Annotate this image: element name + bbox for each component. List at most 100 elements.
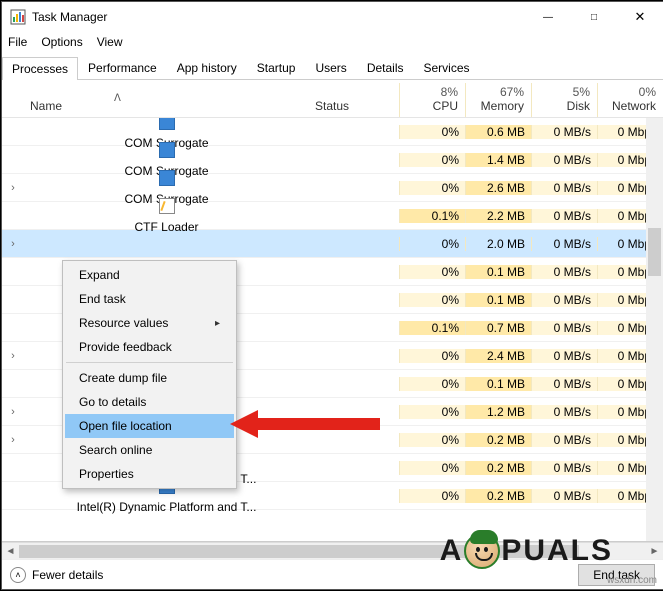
process-icon (159, 142, 175, 158)
expand-toggle[interactable]: › (2, 406, 24, 418)
vertical-scrollbar[interactable] (646, 118, 663, 541)
cm-go-to-details-label: Go to details (79, 395, 146, 409)
header-cpu-percent: 8% (406, 85, 458, 99)
memory-cell: 0.2 MB (465, 489, 531, 503)
tab-strip: Processes Performance App history Startu… (2, 56, 663, 80)
cm-end-task-label: End task (79, 292, 126, 306)
table-header: ᐱ Name Status 8% CPU 67% Memory 5% Disk … (2, 80, 663, 118)
process-icon (159, 170, 175, 186)
watermark-pre: A (440, 534, 464, 568)
menu-bar: File Options View (2, 32, 663, 52)
table-row[interactable]: CTF Loader0.1%2.2 MB0 MB/s0 Mbps (2, 202, 663, 230)
disk-cell: 0 MB/s (531, 405, 597, 419)
tab-startup[interactable]: Startup (247, 56, 306, 79)
window-controls: — □ ✕ (525, 2, 663, 32)
annotation-arrow-icon (230, 406, 380, 442)
cm-provide-feedback[interactable]: Provide feedback (65, 335, 234, 359)
cm-properties[interactable]: Properties (65, 462, 234, 486)
close-button[interactable]: ✕ (617, 2, 663, 32)
memory-cell: 0.1 MB (465, 293, 531, 307)
memory-cell: 0.7 MB (465, 321, 531, 335)
disk-cell: 0 MB/s (531, 265, 597, 279)
header-network-percent: 0% (604, 85, 656, 99)
context-menu: Expand End task Resource values Provide … (62, 260, 237, 489)
disk-cell: 0 MB/s (531, 237, 597, 251)
disk-cell: 0 MB/s (531, 377, 597, 391)
memory-cell: 1.4 MB (465, 153, 531, 167)
disk-cell: 0 MB/s (531, 125, 597, 139)
watermark-sub: wsxdn.com (607, 575, 657, 586)
chevron-up-icon: ˄ (10, 567, 26, 583)
cm-expand-label: Expand (79, 268, 120, 282)
table-row[interactable]: ›0%2.0 MB0 MB/s0 Mbps (2, 230, 663, 258)
expand-toggle[interactable]: › (2, 434, 24, 446)
cpu-cell: 0% (399, 237, 465, 251)
maximize-button[interactable]: □ (571, 2, 617, 32)
header-memory-label: Memory (472, 99, 524, 113)
cm-open-file-location[interactable]: Open file location (65, 414, 234, 438)
memory-cell: 1.2 MB (465, 405, 531, 419)
task-manager-window: Task Manager — □ ✕ File Options View Pro… (1, 1, 663, 590)
cpu-cell: 0% (399, 349, 465, 363)
cm-search-online[interactable]: Search online (65, 438, 234, 462)
header-status-label: Status (315, 99, 349, 113)
cpu-cell: 0.1% (399, 321, 465, 335)
menu-view[interactable]: View (97, 35, 123, 49)
cm-create-dump-label: Create dump file (79, 371, 167, 385)
cm-search-online-label: Search online (79, 443, 152, 457)
menu-options[interactable]: Options (41, 35, 82, 49)
cm-open-file-location-label: Open file location (79, 419, 172, 433)
scroll-right-icon[interactable]: ► (646, 543, 663, 560)
header-expand (2, 111, 24, 117)
memory-cell: 0.6 MB (465, 125, 531, 139)
sort-indicator-icon: ᐱ (114, 93, 121, 104)
memory-cell: 0.1 MB (465, 265, 531, 279)
header-memory[interactable]: 67% Memory (465, 83, 531, 117)
header-name-label: Name (30, 99, 302, 113)
disk-cell: 0 MB/s (531, 321, 597, 335)
cm-resource-values[interactable]: Resource values (65, 311, 234, 335)
cm-create-dump[interactable]: Create dump file (65, 366, 234, 390)
tab-processes[interactable]: Processes (2, 57, 78, 80)
fewer-details-button[interactable]: ˄ Fewer details (10, 567, 103, 583)
memory-cell: 0.2 MB (465, 461, 531, 475)
expand-toggle[interactable]: › (2, 182, 24, 194)
header-status[interactable]: Status (309, 97, 399, 117)
cm-go-to-details[interactable]: Go to details (65, 390, 234, 414)
cpu-cell: 0% (399, 489, 465, 503)
memory-cell: 2.0 MB (465, 237, 531, 251)
tab-app-history[interactable]: App history (167, 56, 247, 79)
watermark: A PUALS (440, 533, 613, 569)
cpu-cell: 0% (399, 153, 465, 167)
disk-cell: 0 MB/s (531, 209, 597, 223)
disk-cell: 0 MB/s (531, 433, 597, 447)
process-icon (159, 198, 175, 214)
cpu-cell: 0% (399, 405, 465, 419)
disk-cell: 0 MB/s (531, 461, 597, 475)
window-title: Task Manager (32, 10, 525, 24)
vertical-scrollbar-thumb[interactable] (648, 228, 661, 276)
cpu-cell: 0% (399, 125, 465, 139)
tab-users[interactable]: Users (305, 56, 356, 79)
menu-file[interactable]: File (8, 35, 27, 49)
memory-cell: 2.4 MB (465, 349, 531, 363)
tab-performance[interactable]: Performance (78, 56, 167, 79)
disk-cell: 0 MB/s (531, 349, 597, 363)
cm-end-task[interactable]: End task (65, 287, 234, 311)
expand-toggle[interactable]: › (2, 350, 24, 362)
header-name[interactable]: ᐱ Name (24, 97, 309, 117)
expand-toggle[interactable]: › (2, 238, 24, 250)
minimize-button[interactable]: — (525, 2, 571, 32)
scroll-left-icon[interactable]: ◄ (2, 543, 19, 560)
title-bar: Task Manager — □ ✕ (2, 2, 663, 32)
header-disk[interactable]: 5% Disk (531, 83, 597, 117)
tab-details[interactable]: Details (357, 56, 414, 79)
watermark-face-icon (464, 533, 500, 569)
task-manager-icon (10, 9, 26, 25)
header-cpu[interactable]: 8% CPU (399, 83, 465, 117)
process-name-label: Intel(R) Dynamic Platform and T... (77, 500, 257, 514)
header-network[interactable]: 0% Network (597, 83, 663, 117)
cm-expand[interactable]: Expand (65, 263, 234, 287)
cpu-cell: 0% (399, 265, 465, 279)
tab-services[interactable]: Services (414, 56, 480, 79)
